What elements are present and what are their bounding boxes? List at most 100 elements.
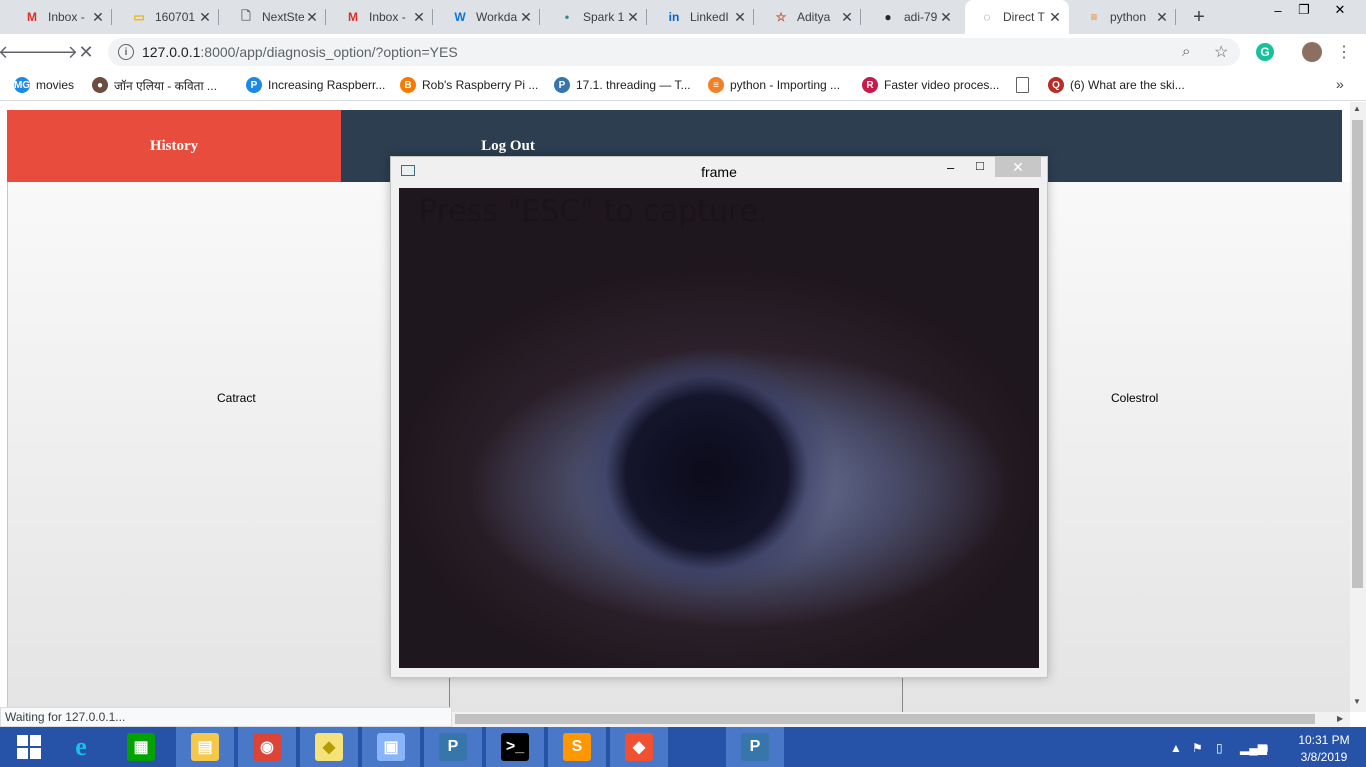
address-bar[interactable]: i 127.0.0.1:8000/app/diagnosis_option/?o… <box>108 38 1240 66</box>
browser-tab[interactable]: ☆ Aditya ✕ <box>759 0 861 34</box>
browser-tab[interactable]: W Workda ✕ <box>438 0 540 34</box>
frame-close-button[interactable]: ✕ <box>995 157 1041 177</box>
volume-icon[interactable]: 🔈︎ <box>1264 741 1271 756</box>
gmail-icon: M <box>27 10 37 24</box>
bookmark-item[interactable]: ≡ python - Importing ... <box>708 76 840 94</box>
browser-tab[interactable]: ≡ python ✕ <box>1072 0 1176 34</box>
bookmark-item[interactable]: B Rob's Raspberry Pi ... <box>400 76 538 94</box>
taskbar-app-button[interactable]: ◆ <box>610 727 668 767</box>
tab-close-icon[interactable]: ✕ <box>839 9 855 25</box>
nav-history-link[interactable]: History <box>7 110 341 182</box>
frame-window[interactable]: frame – □ ✕ Press "ESC" to capture. <box>390 156 1048 678</box>
workday-icon: W <box>454 10 466 24</box>
bookmark-item[interactable]: P 17.1. threading — T... <box>554 76 691 94</box>
browser-tab[interactable]: ◌ Direct T ✕ <box>965 0 1069 34</box>
taskbar-app-button[interactable]: ▣ <box>362 727 420 767</box>
taskbar-app-button[interactable]: ▤ <box>176 727 234 767</box>
python-icon: P <box>554 77 570 93</box>
taskbar-app-button[interactable]: ◆ <box>300 727 358 767</box>
quora-icon: Q <box>1048 77 1064 93</box>
action-center-flag-icon[interactable]: ⚑ <box>1192 741 1203 755</box>
window-restore-button[interactable]: ❐ <box>1290 0 1318 20</box>
tab-close-icon[interactable]: ✕ <box>732 9 748 25</box>
browser-toolbar: 🡐 🡒 ✕ i 127.0.0.1:8000/app/diagnosis_opt… <box>0 34 1366 70</box>
menu-kebab-icon[interactable]: ⋮ <box>1336 42 1352 62</box>
gmail-icon: M <box>348 10 358 24</box>
clock-date[interactable]: 3/8/2019 <box>1294 750 1354 764</box>
tab-close-icon[interactable]: ✕ <box>518 9 534 25</box>
taskbar-app-button[interactable]: P <box>424 727 482 767</box>
frame-minimize-button[interactable]: – <box>947 160 954 175</box>
frame-title-bar[interactable]: frame – □ ✕ <box>391 157 1047 187</box>
browser-tab[interactable]: M Inbox - ✕ <box>331 0 433 34</box>
bookmark-star-icon[interactable]: ☆ <box>1214 42 1228 62</box>
browser-tab[interactable]: ▭ 160701 ✕ <box>117 0 219 34</box>
scroll-right-arrow-icon[interactable]: ▶ <box>1337 714 1343 723</box>
sticky-notes-icon: ◆ <box>315 733 343 761</box>
tab-separator <box>432 9 433 25</box>
tab-close-icon[interactable]: ✕ <box>1154 9 1170 25</box>
star-outline-icon: ☆ <box>775 10 787 24</box>
option-cataract[interactable]: Catract <box>217 391 256 405</box>
taskbar-app-button[interactable]: ▦ <box>112 727 170 767</box>
windows-logo-icon <box>17 735 41 759</box>
zoom-icon[interactable]: ⌕ <box>1182 43 1190 60</box>
tab-close-icon[interactable]: ✕ <box>938 9 954 25</box>
more-bookmarks-button[interactable]: » <box>1336 76 1344 92</box>
bookmark-label: (6) What are the ski... <box>1070 78 1185 92</box>
tab-separator <box>539 9 540 25</box>
bookmark-item[interactable] <box>1016 76 1035 94</box>
bookmark-item[interactable]: P Increasing Raspberr... <box>246 76 385 94</box>
taskbar-app-button[interactable]: >_ <box>486 727 544 767</box>
bookmark-label: Faster video proces... <box>884 78 1000 92</box>
grammarly-extension-icon[interactable]: G <box>1256 43 1274 61</box>
frame-maximize-button[interactable]: □ <box>976 158 984 173</box>
tab-close-icon[interactable]: ✕ <box>197 9 213 25</box>
taskbar-app-button[interactable]: e <box>52 727 110 767</box>
option-cholesterol[interactable]: Colestrol <box>1111 391 1158 405</box>
tab-close-icon[interactable]: ✕ <box>90 9 106 25</box>
browser-tab[interactable]: • Spark 1 ✕ <box>545 0 647 34</box>
stackoverflow-icon: ≡ <box>708 77 724 93</box>
tab-separator <box>860 9 861 25</box>
browser-tab[interactable]: ● adi-797✕ <box>866 0 960 34</box>
tab-close-icon[interactable]: ✕ <box>411 9 427 25</box>
bookmark-item[interactable]: Q (6) What are the ski... <box>1048 76 1185 94</box>
clock-time[interactable]: 10:31 PM <box>1294 733 1354 747</box>
tab-title: Spark 1 <box>583 10 625 24</box>
browser-tab[interactable]: M Inbox - ✕ <box>10 0 112 34</box>
bookmark-item[interactable]: MG movies <box>14 76 74 94</box>
scroll-up-arrow-icon[interactable]: ▲ <box>1353 104 1361 113</box>
bookmark-item[interactable]: ● जॉन एलिया - कविता ... <box>92 76 217 94</box>
battery-icon[interactable]: ▯ <box>1216 741 1223 755</box>
linkedin-icon: in <box>668 10 680 24</box>
forward-button[interactable]: 🡒 <box>30 38 78 66</box>
scroll-down-arrow-icon[interactable]: ▼ <box>1353 697 1361 706</box>
cmd-icon: >_ <box>501 733 529 761</box>
tab-title: Workda <box>476 10 518 24</box>
taskbar-app-button[interactable]: P <box>726 727 784 767</box>
browser-tab[interactable]: 🗋 NextSte ✕ <box>224 0 326 34</box>
vertical-scroll-thumb[interactable] <box>1352 120 1363 588</box>
bookmark-label: जॉन एलिया - कविता ... <box>114 78 217 93</box>
bookmark-item[interactable]: R Faster video proces... <box>862 76 999 94</box>
taskbar-app-button[interactable]: S <box>548 727 606 767</box>
window-minimize-button[interactable]: – <box>1264 0 1292 20</box>
stop-loading-button[interactable]: ✕ <box>72 38 100 66</box>
network-icon[interactable]: ▂▄▆ <box>1240 741 1267 755</box>
start-button[interactable] <box>0 727 58 767</box>
tab-close-icon[interactable]: ✕ <box>304 9 320 25</box>
tab-close-icon[interactable]: ✕ <box>625 9 641 25</box>
raspberry-icon: R <box>862 77 878 93</box>
profile-avatar[interactable] <box>1302 42 1322 62</box>
new-tab-button[interactable]: + <box>1186 5 1212 29</box>
tab-close-icon[interactable]: ✕ <box>1047 9 1063 25</box>
browser-tab[interactable]: in LinkedI ✕ <box>652 0 754 34</box>
spark-icon: • <box>564 10 570 24</box>
horizontal-scroll-thumb[interactable] <box>455 714 1315 724</box>
window-close-button[interactable]: ✕ <box>1326 0 1354 20</box>
tray-overflow-icon[interactable]: ▲ <box>1170 741 1182 755</box>
info-icon[interactable]: i <box>118 44 134 60</box>
taskbar-app-button[interactable]: ◉ <box>238 727 296 767</box>
column-divider <box>902 672 903 712</box>
